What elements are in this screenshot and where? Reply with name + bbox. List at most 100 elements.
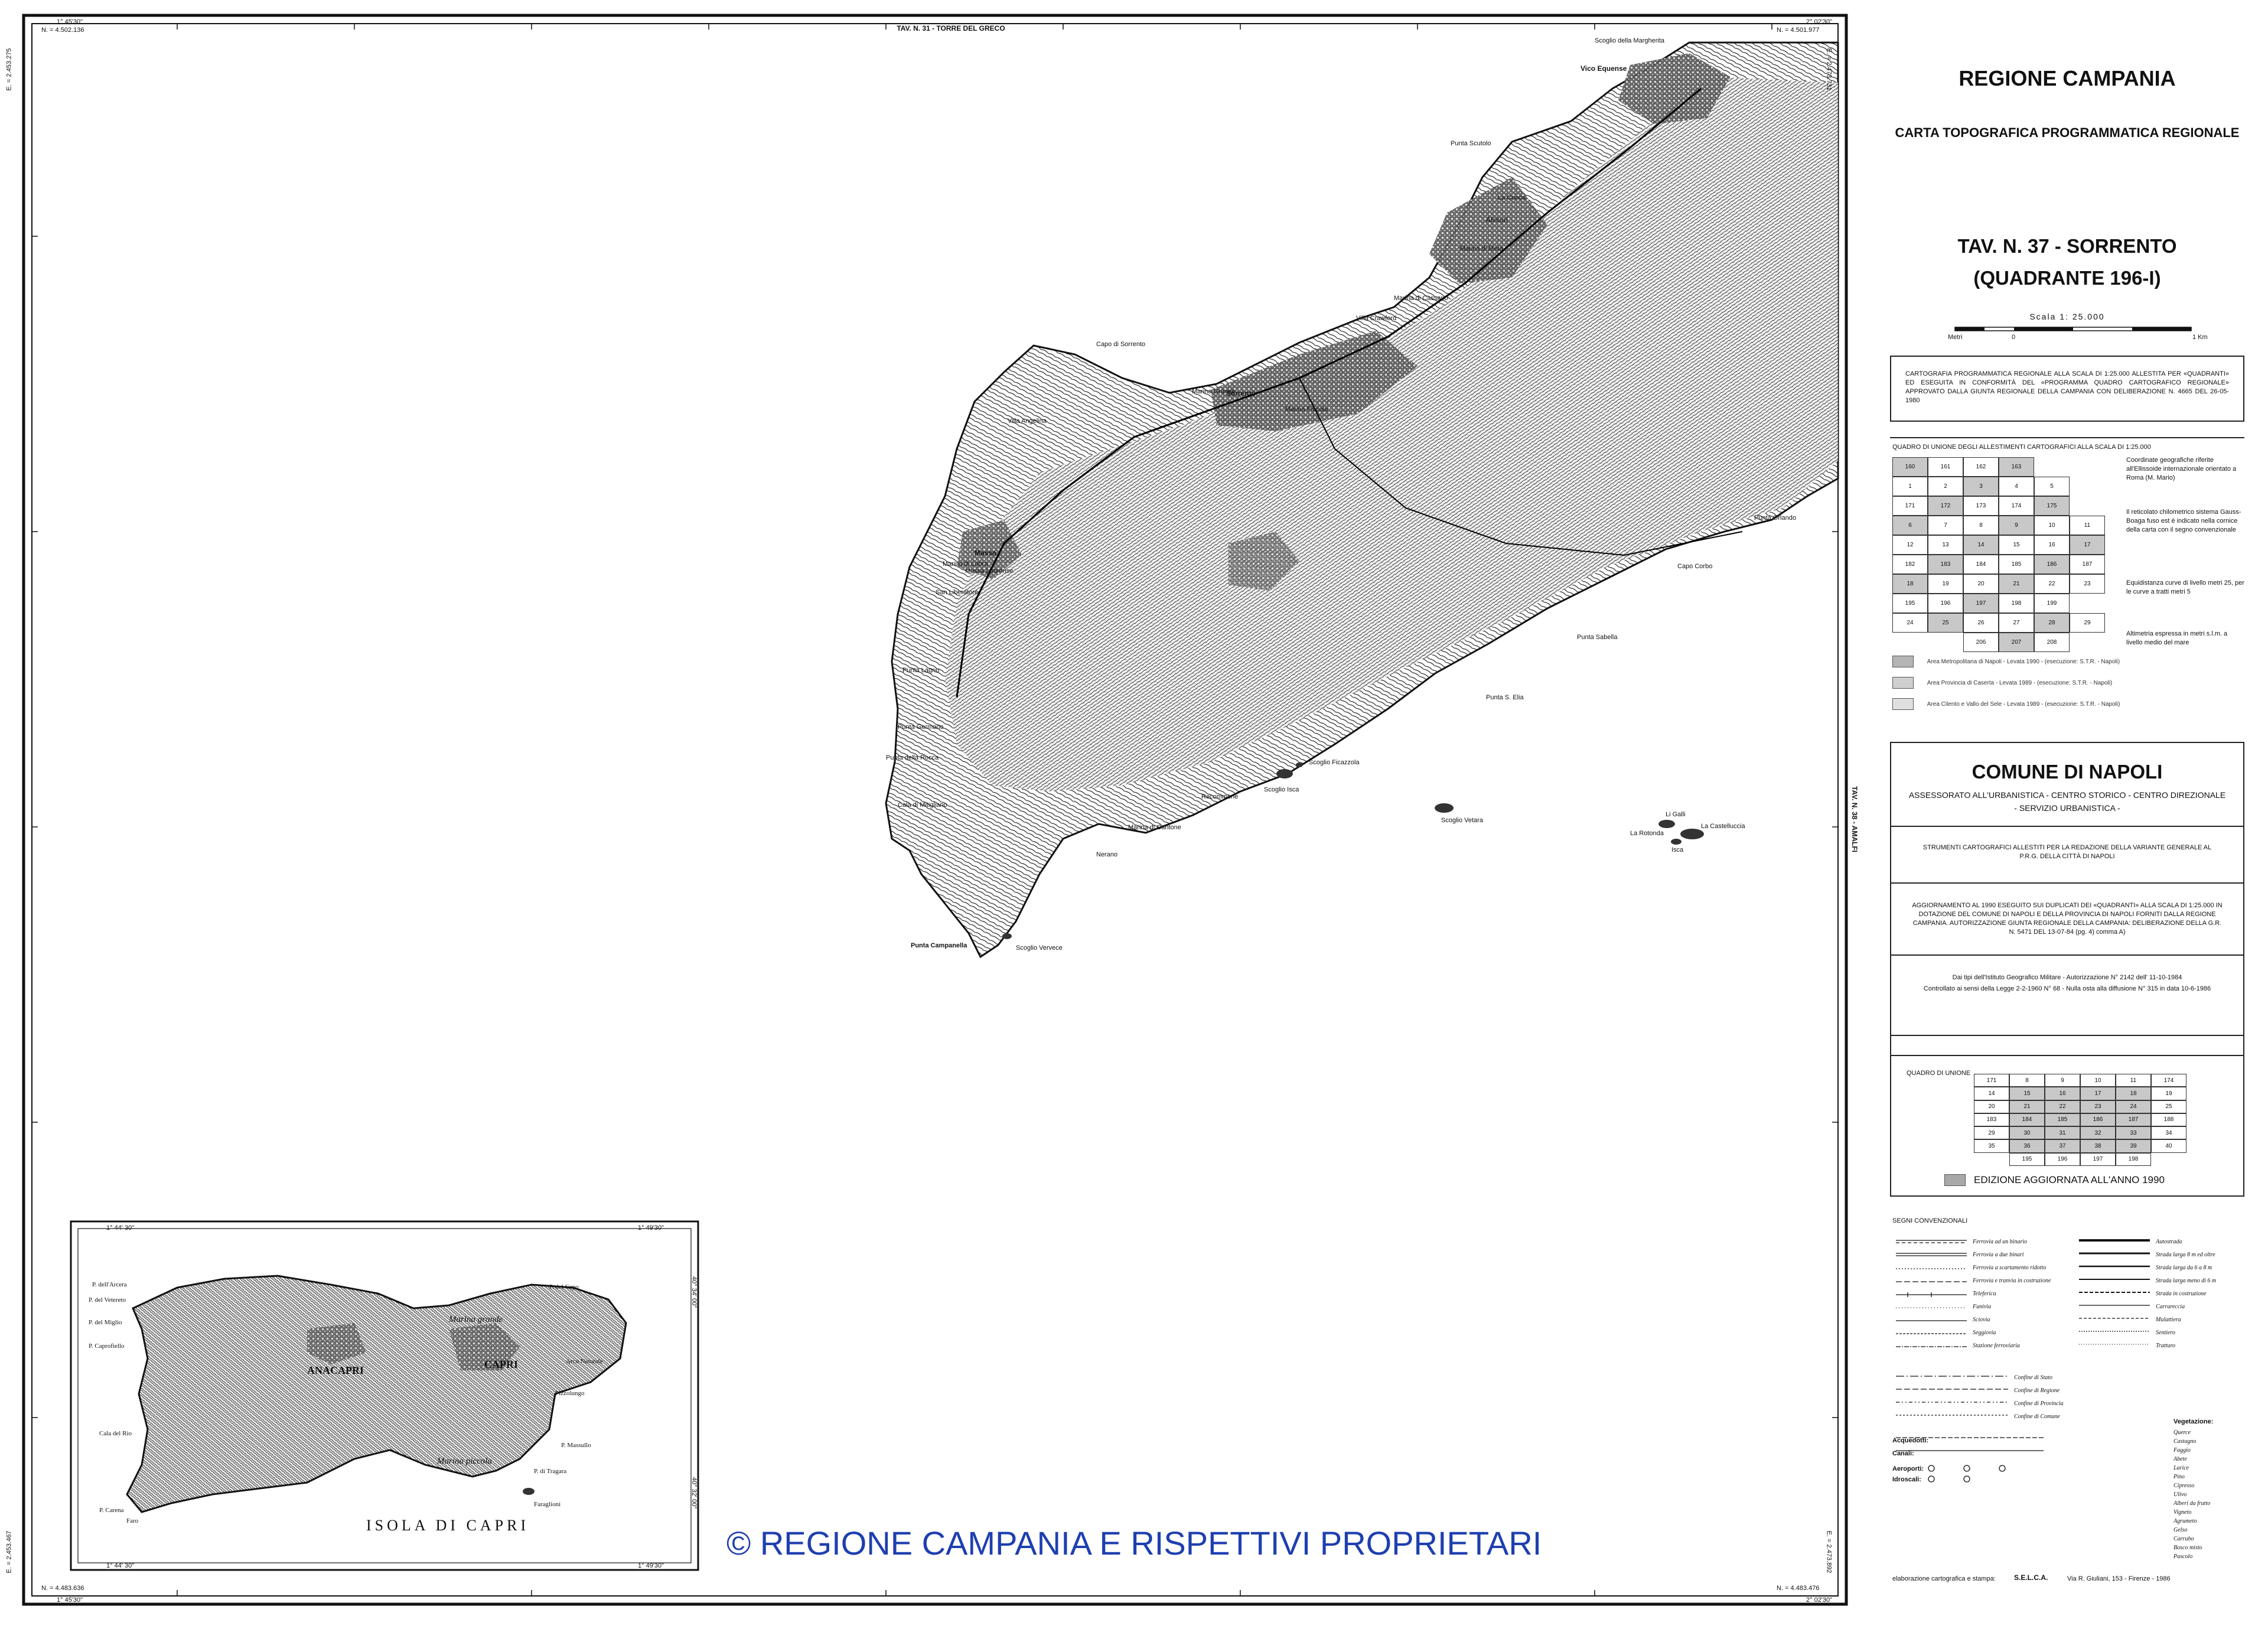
vegetazione-item: Pascolo (2174, 1553, 2193, 1560)
islet-li-galli-1 (1658, 820, 1675, 828)
quadro-cell: 29 (2070, 613, 2105, 633)
quadro2-cell: 11 (2116, 1074, 2151, 1087)
scale-tick-metri: Metri (1948, 334, 1963, 341)
quadro2-cell: 31 (2045, 1126, 2080, 1140)
segni-left-item: Seggiovia (1973, 1330, 1996, 1336)
quadro2-cell: 40 (2151, 1139, 2186, 1153)
quadro2-cell: 32 (2080, 1126, 2116, 1140)
vegetazione-item: Gelso (2174, 1527, 2188, 1533)
quadro-cell: 174 (1999, 496, 2034, 516)
islet-vervece (1002, 933, 1012, 939)
label-punta-lagno: Punta Lagno (902, 667, 940, 674)
capri-label-p-carena: P. Carena (99, 1507, 124, 1514)
printer-name: S.E.L.C.A. (2014, 1573, 2048, 1582)
comune-title: COMUNE DI NAPOLI (1972, 761, 2163, 783)
quadro-cell: 12 (1892, 535, 1928, 555)
capri-label-marina-grande: Marina grande (449, 1315, 503, 1324)
confine-item: Confine di Regione (2014, 1387, 2060, 1394)
right-side-top: E. = 2.473.731 (1825, 48, 1833, 91)
printer-addr: Via R. Giuliani, 153 - Firenze - 1986 (2067, 1575, 2171, 1582)
label-villa-crawford: Villa Crawford (1356, 315, 1397, 322)
quadro-cell: 15 (1999, 535, 2034, 555)
capri-label-p-vetereto: P. del Vetereto (89, 1296, 126, 1304)
vegetazione-item: Abete (2174, 1456, 2187, 1462)
quadro-note-2: Il reticolato chilometrico sistema Gauss… (2126, 509, 2241, 533)
islet-isca (1276, 769, 1293, 778)
quadro-cell: 13 (1928, 535, 1963, 555)
quadro-cell: 19 (1928, 574, 1963, 594)
label-punta-scutolo: Punta Scutolo (1451, 140, 1491, 147)
quadro-cell: 23 (2070, 574, 2105, 594)
label-massa: Massa (975, 549, 996, 557)
quadro-cell: 6 (1892, 516, 1928, 535)
quadro2-cell: 195 (2009, 1152, 2045, 1166)
segni-right-item: Strada in costruzione (2156, 1291, 2207, 1297)
quadro-cell: 14 (1963, 535, 1999, 555)
label-vico: Vico Equense (1581, 64, 1627, 73)
divider-1 (1890, 437, 2244, 438)
quadro2-cell: 39 (2116, 1139, 2151, 1153)
canali-label: Canali: (1892, 1450, 1914, 1457)
quadro2-title: QUADRO DI UNIONE (1907, 1070, 1971, 1077)
label-scoglio-isca: Scoglio Isca (1264, 786, 1299, 793)
segni-right-item: Tratturo (2156, 1343, 2175, 1349)
label-alimuri: Alimuri (1486, 216, 1508, 224)
faraglioni (523, 1488, 535, 1495)
quadro2-cell: 35 (1974, 1139, 2009, 1153)
capri-label-p-arcera: P. dell'Arcera (92, 1281, 127, 1288)
capri-label-p-miglio: P. del Miglio (89, 1319, 122, 1326)
quadro2-cell: 36 (2009, 1139, 2045, 1153)
quadro-cell: 172 (1928, 496, 1963, 516)
corner-tl-deg: 1° 45'30" (57, 18, 83, 25)
tipi-text: Dai tipi dell'Istituto Geografico Milita… (1952, 974, 2182, 981)
quadro2-cell: 34 (2151, 1126, 2186, 1140)
quadro-grid: 160 161 162 163 1 2 3 4 5 171 172 173 174 175 6 7 8 9 10 11… (1892, 457, 2105, 652)
islet-ficazzola (1296, 763, 1303, 767)
label-punta-orlando: Punta Orlando (1754, 514, 1796, 522)
quadro-cell: 20 (1963, 574, 1999, 594)
label-li-galli: Li Galli (1666, 811, 1686, 818)
quadro-cell: 182 (1892, 555, 1928, 574)
quadro-cell: 7 (1928, 516, 1963, 535)
copyright-watermark: © REGIONE CAMPANIA E RISPETTIVI PROPRIET… (726, 1524, 1542, 1562)
segni-left-item: Sciovia (1973, 1317, 1990, 1323)
corner-tr-deg: 2° 02'30" (1806, 18, 1833, 25)
capri-label-capri: CAPRI (484, 1358, 518, 1370)
comune-divider-3 (1891, 954, 2243, 956)
right-side-bottom: E. = 2.473.892 (1825, 1530, 1833, 1573)
quadro-cell: 197 (1963, 594, 1999, 613)
capri-label-anacapri: ANACAPRI (307, 1364, 364, 1376)
confine-item: Confine di Stato (2014, 1374, 2052, 1381)
legend-row-2: Area Provincia di Caserta - Levata 1989 … (1892, 677, 2112, 689)
quadro2-cell: 21 (2009, 1100, 2045, 1113)
label-la-rotonda: La Rotonda (1630, 830, 1664, 837)
sidebar-legend: REGIONE CAMPANIA CARTA TOPOGRAFICA PROGR… (1878, 0, 2256, 1639)
label-recommone: Recommone (1201, 793, 1239, 800)
region-title: REGIONE CAMPANIA (1959, 66, 2176, 90)
corner-tl-n: N. = 4.502.136 (41, 27, 84, 34)
quadro-cell: 16 (2034, 535, 2070, 555)
capri-lat-top: 40° 34' 00" (690, 1276, 698, 1308)
quadro2-cell: 9 (2045, 1074, 2080, 1087)
segni-left-item: Ferrovia a scartamento ridotto (1973, 1265, 2047, 1271)
quadro-cell: 195 (1892, 594, 1928, 613)
label-san-liberatore: San Liberatore (936, 589, 979, 596)
quadro-cell: 186 (2034, 555, 2070, 574)
servizio-text: - SERVIZIO URBANISTICA - (2014, 803, 2120, 813)
quadro-note-1: Coordinate geografiche riferite all'Elli… (2126, 457, 2237, 481)
label-isca: Isca (1671, 846, 1684, 853)
vegetazione-item: Ulivo (2174, 1491, 2187, 1498)
quadro-cell: 198 (1999, 594, 2034, 613)
quadro2-cell: 18 (2116, 1087, 2151, 1100)
quadro2-cell: 184 (2009, 1113, 2045, 1127)
segni-left-item: Stazione ferroviaria (1973, 1343, 2020, 1349)
quadro2-cell: 197 (2080, 1152, 2116, 1166)
corner-tr-n: N. = 4.501.977 (1777, 27, 1820, 34)
segni-left-item: Ferrovia a due binari (1973, 1252, 2024, 1258)
segni-right-item: Strada larga meno di 6 m (2156, 1278, 2217, 1284)
printer-left: elaborazione cartografica e stampa: (1892, 1575, 1996, 1582)
label-punta-s-elia: Punta S. Elia (1486, 694, 1524, 701)
capri-label-punta-massullo: P. Massullo (561, 1442, 591, 1449)
vegetazione-item: Faggio (2174, 1447, 2191, 1454)
segni-right-item: Mulattiera (2156, 1317, 2181, 1323)
